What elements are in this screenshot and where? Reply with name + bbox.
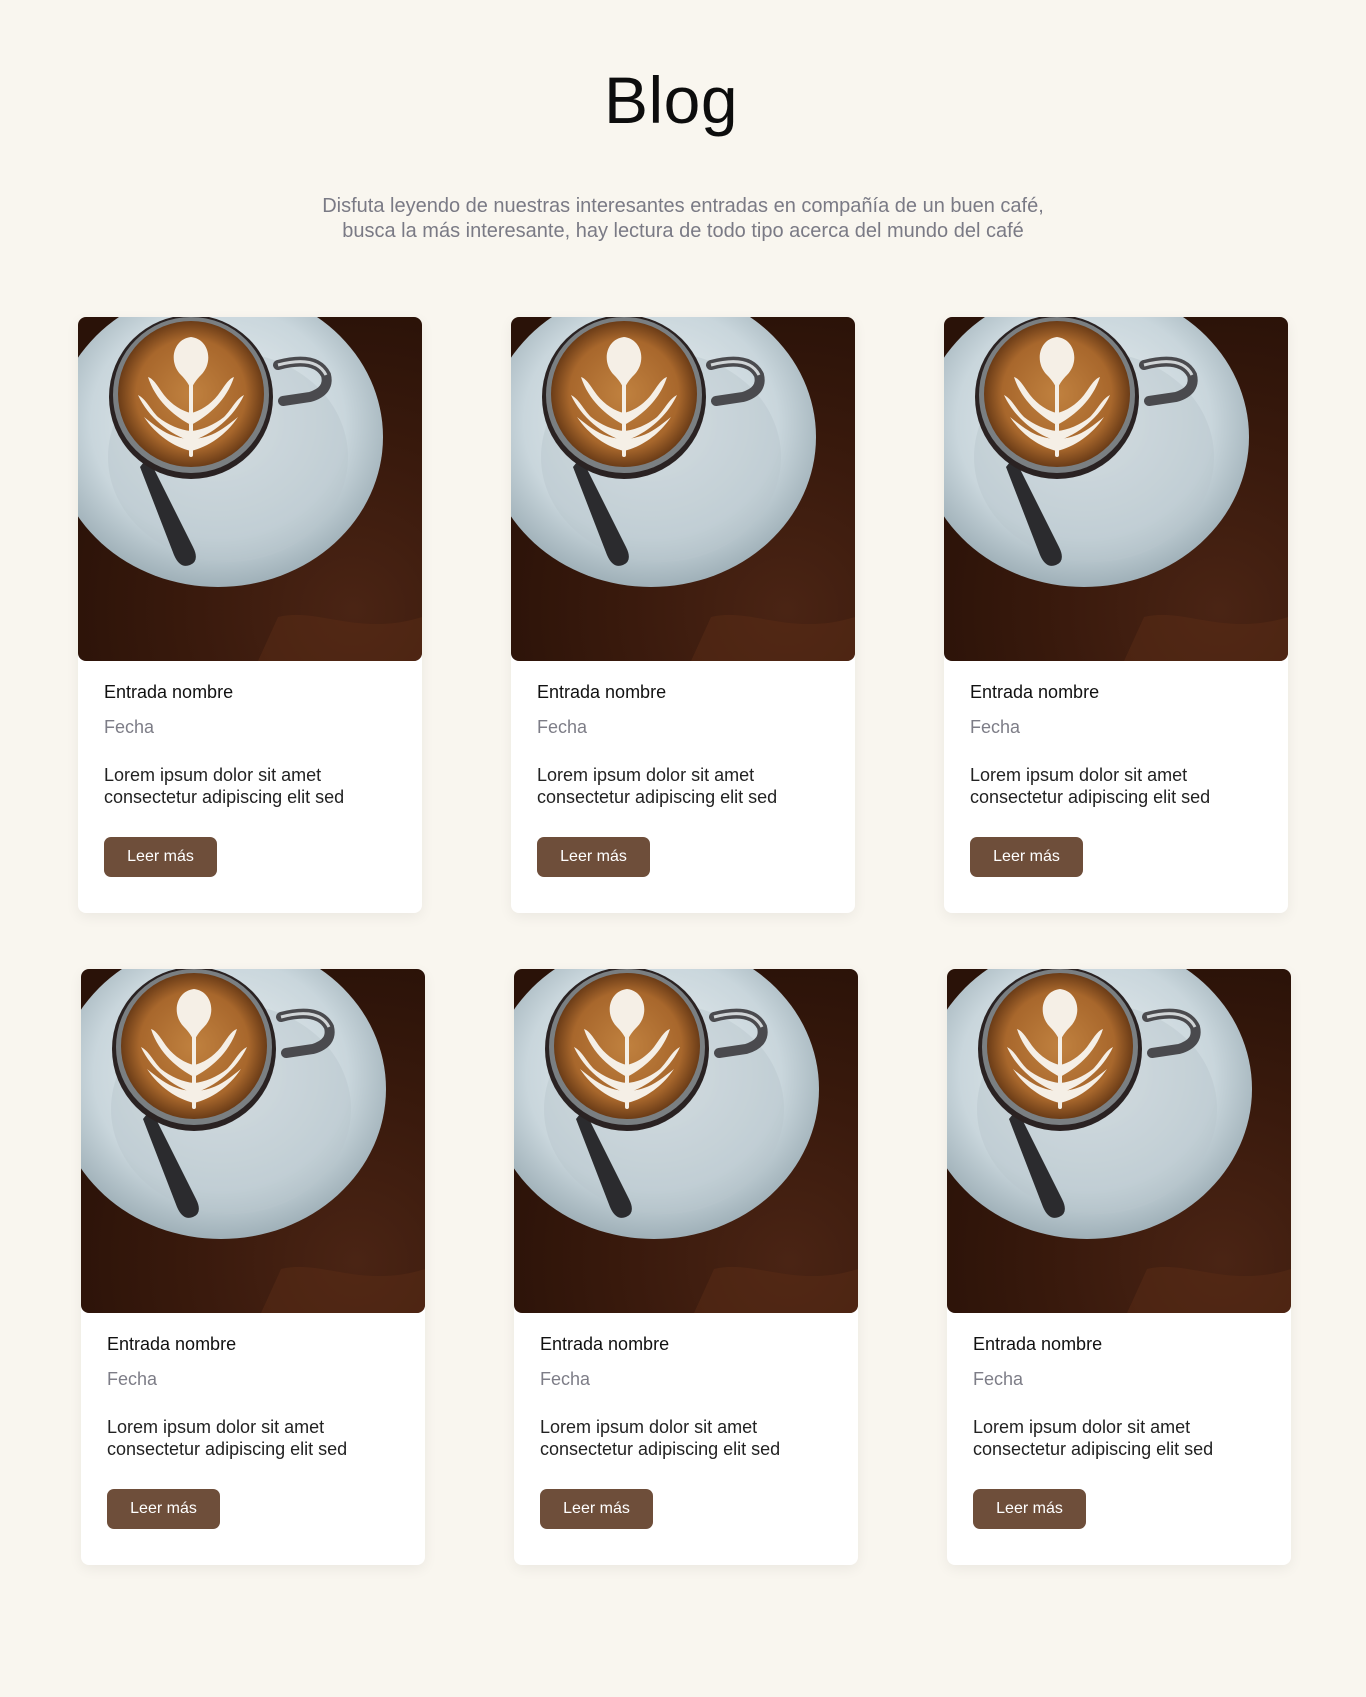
- read-more-button[interactable]: Leer más: [540, 1489, 653, 1529]
- excerpt-line: consectetur adipiscing elit sed: [537, 787, 778, 807]
- card-excerpt: Lorem ipsum dolor sit amet consectetur a…: [107, 1416, 407, 1460]
- card-title: Entrada nombre: [970, 682, 1100, 702]
- card-date: Fecha: [540, 1369, 591, 1389]
- excerpt-line: consectetur adipiscing elit sed: [107, 1439, 348, 1459]
- card-title: Entrada nombre: [973, 1334, 1103, 1354]
- read-more-button[interactable]: Leer más: [973, 1489, 1086, 1529]
- latte-art-coffee-cup-image: [514, 969, 858, 1313]
- excerpt-line: consectetur adipiscing elit sed: [104, 787, 345, 807]
- blog-card: Entrada nombre Fecha Lorem ipsum dolor s…: [944, 317, 1288, 913]
- blog-card: Entrada nombre Fecha Lorem ipsum dolor s…: [78, 317, 422, 913]
- excerpt-line: Lorem ipsum dolor sit amet: [104, 765, 322, 785]
- page-title: Blog: [603, 63, 739, 137]
- subtitle-line: Disfuta leyendo de nuestras interesantes…: [322, 195, 1044, 217]
- latte-art-coffee-cup-image: [81, 969, 425, 1313]
- excerpt-line: Lorem ipsum dolor sit amet: [540, 1417, 758, 1437]
- blog-card: Entrada nombre Fecha Lorem ipsum dolor s…: [947, 969, 1291, 1565]
- card-excerpt: Lorem ipsum dolor sit amet consectetur a…: [973, 1416, 1273, 1460]
- read-more-button[interactable]: Leer más: [537, 837, 650, 877]
- card-title: Entrada nombre: [540, 1334, 670, 1354]
- card-excerpt: Lorem ipsum dolor sit amet consectetur a…: [970, 764, 1270, 808]
- card-date: Fecha: [973, 1369, 1024, 1389]
- blog-card: Entrada nombre Fecha Lorem ipsum dolor s…: [511, 317, 855, 913]
- blog-card: Entrada nombre Fecha Lorem ipsum dolor s…: [81, 969, 425, 1565]
- card-title: Entrada nombre: [104, 682, 234, 702]
- excerpt-line: consectetur adipiscing elit sed: [540, 1439, 781, 1459]
- card-date: Fecha: [970, 717, 1021, 737]
- excerpt-line: consectetur adipiscing elit sed: [973, 1439, 1214, 1459]
- blog-card: Entrada nombre Fecha Lorem ipsum dolor s…: [514, 969, 858, 1565]
- card-excerpt: Lorem ipsum dolor sit amet consectetur a…: [537, 764, 837, 808]
- card-date: Fecha: [104, 717, 155, 737]
- read-more-button[interactable]: Leer más: [970, 837, 1083, 877]
- read-more-button[interactable]: Leer más: [107, 1489, 220, 1529]
- card-date: Fecha: [107, 1369, 158, 1389]
- latte-art-coffee-cup-image: [947, 969, 1291, 1313]
- excerpt-line: Lorem ipsum dolor sit amet: [107, 1417, 325, 1437]
- card-title: Entrada nombre: [107, 1334, 237, 1354]
- card-date: Fecha: [537, 717, 588, 737]
- excerpt-line: Lorem ipsum dolor sit amet: [973, 1417, 1191, 1437]
- blog-page: Blog Disfuta leyendo de nuestras interes…: [0, 0, 1366, 1697]
- latte-art-coffee-cup-image: [78, 317, 422, 661]
- subtitle-line: busca la más interesante, hay lectura de…: [342, 220, 1024, 242]
- excerpt-line: consectetur adipiscing elit sed: [970, 787, 1211, 807]
- read-more-button[interactable]: Leer más: [104, 837, 217, 877]
- card-title: Entrada nombre: [537, 682, 667, 702]
- excerpt-line: Lorem ipsum dolor sit amet: [970, 765, 1188, 785]
- card-excerpt: Lorem ipsum dolor sit amet consectetur a…: [104, 764, 404, 808]
- latte-art-coffee-cup-image: [511, 317, 855, 661]
- page-subtitle: Disfuta leyendo de nuestras interesantes…: [0, 194, 1366, 244]
- excerpt-line: Lorem ipsum dolor sit amet: [537, 765, 755, 785]
- latte-art-coffee-cup-image: [944, 317, 1288, 661]
- card-excerpt: Lorem ipsum dolor sit amet consectetur a…: [540, 1416, 840, 1460]
